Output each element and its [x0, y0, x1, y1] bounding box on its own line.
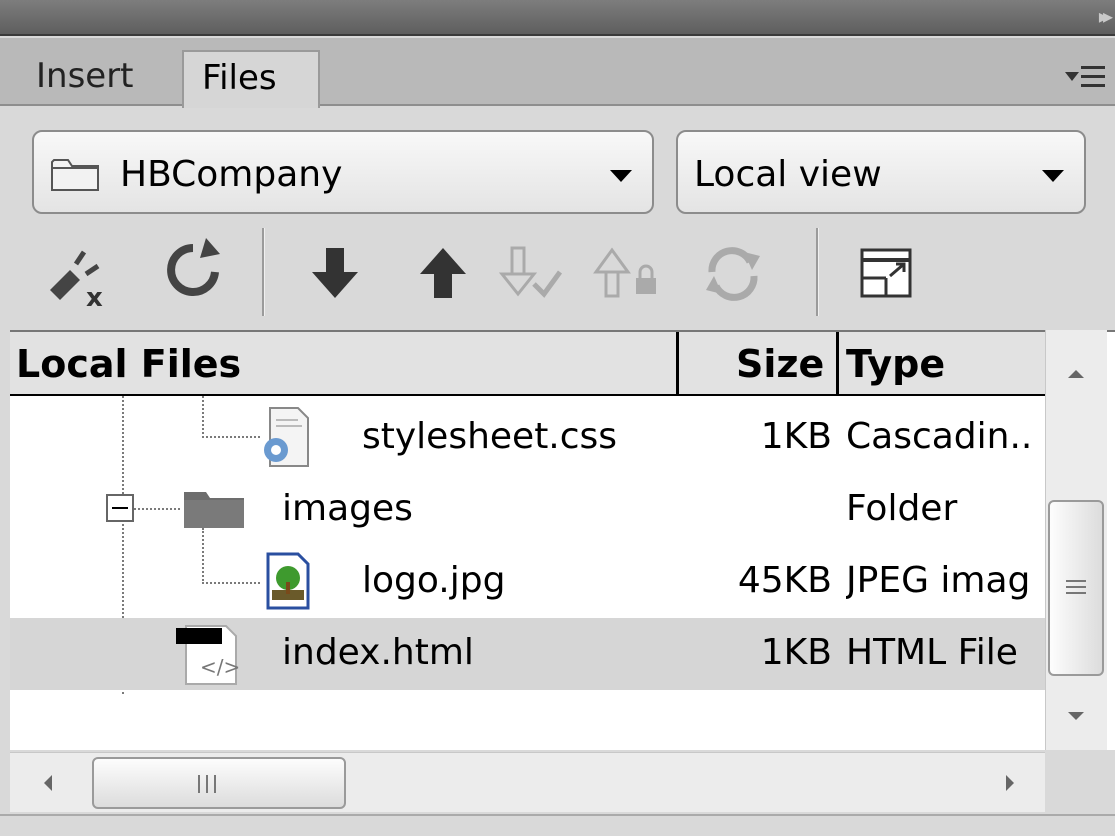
file-name: stylesheet.css [362, 416, 618, 457]
tab-files[interactable]: Files [182, 50, 320, 108]
scroll-right-icon[interactable] [1006, 775, 1014, 791]
html-file-icon: </> [176, 625, 240, 685]
file-name: index.html [282, 632, 474, 673]
file-list: Local Files Size Type stylesheet.css 1KB… [10, 330, 1115, 750]
folder-icon [184, 492, 244, 528]
horizontal-scrollbar[interactable] [10, 752, 1045, 812]
column-size[interactable]: Size [736, 342, 824, 386]
file-list-header: Local Files Size Type [10, 332, 1045, 396]
toolbar-separator [816, 228, 819, 316]
put-files-icon[interactable] [408, 234, 478, 310]
collapse-panel-icon[interactable]: ▸▸ [1099, 4, 1113, 28]
files-toolbar: x [0, 222, 1115, 322]
status-bar [0, 814, 1115, 836]
jpeg-file-icon [266, 552, 310, 610]
view-selector-dropdown[interactable]: Local view [676, 130, 1086, 214]
column-divider[interactable] [676, 332, 679, 396]
column-local-files[interactable]: Local Files [16, 342, 241, 386]
file-type: HTML File [846, 632, 1018, 673]
chevron-down-icon [1042, 170, 1064, 182]
synchronize-icon[interactable] [698, 234, 768, 310]
file-name: logo.jpg [362, 560, 506, 601]
site-folder-icon [51, 159, 99, 191]
scrollbar-corner [1045, 752, 1107, 812]
scroll-left-icon[interactable] [44, 775, 52, 791]
horizontal-scroll-thumb[interactable] [92, 757, 346, 809]
panel-options-menu-icon[interactable] [1065, 64, 1105, 92]
table-row[interactable]: logo.jpg 45KB JPEG imag [10, 546, 1045, 618]
scroll-down-icon[interactable] [1068, 712, 1084, 720]
scroll-up-icon[interactable] [1068, 370, 1084, 378]
column-type[interactable]: Type [846, 342, 945, 386]
css-file-icon [264, 407, 309, 467]
chevron-down-icon [610, 170, 632, 182]
svg-text:</>: </> [200, 655, 240, 679]
table-row[interactable]: stylesheet.css 1KB Cascadin.. [10, 402, 1045, 474]
toolbar-separator [262, 228, 265, 316]
file-size: 45KB [737, 560, 832, 601]
view-selector-value: Local view [694, 154, 882, 195]
site-selector-dropdown[interactable]: HBCompany [32, 130, 654, 214]
refresh-icon[interactable] [158, 234, 228, 310]
file-type: Folder [846, 488, 958, 529]
expand-panel-icon[interactable] [852, 234, 922, 310]
vertical-scrollbar[interactable] [1045, 330, 1107, 750]
panel-tab-strip: Insert Files [0, 38, 1115, 108]
file-type: Cascadin.. [846, 416, 1033, 457]
tab-insert[interactable]: Insert [18, 50, 152, 108]
table-row[interactable]: </> index.html 1KB HTML File [10, 618, 1045, 690]
column-divider[interactable] [836, 332, 839, 396]
table-row[interactable]: images Folder [10, 474, 1045, 546]
disconnect-icon[interactable]: x [40, 234, 110, 310]
svg-text:x: x [86, 283, 103, 310]
file-type: JPEG imag [846, 560, 1031, 601]
file-size: 1KB [760, 632, 832, 673]
site-selector-value: HBCompany [120, 154, 343, 195]
file-size: 1KB [760, 416, 832, 457]
get-files-icon[interactable] [300, 234, 370, 310]
check-in-icon[interactable] [592, 234, 662, 310]
file-name: images [282, 488, 413, 529]
panel-title-bar: ▸▸ [0, 0, 1115, 36]
collapse-tree-toggle[interactable] [106, 494, 134, 522]
vertical-scroll-thumb[interactable] [1048, 500, 1104, 676]
check-out-icon[interactable] [498, 234, 568, 310]
